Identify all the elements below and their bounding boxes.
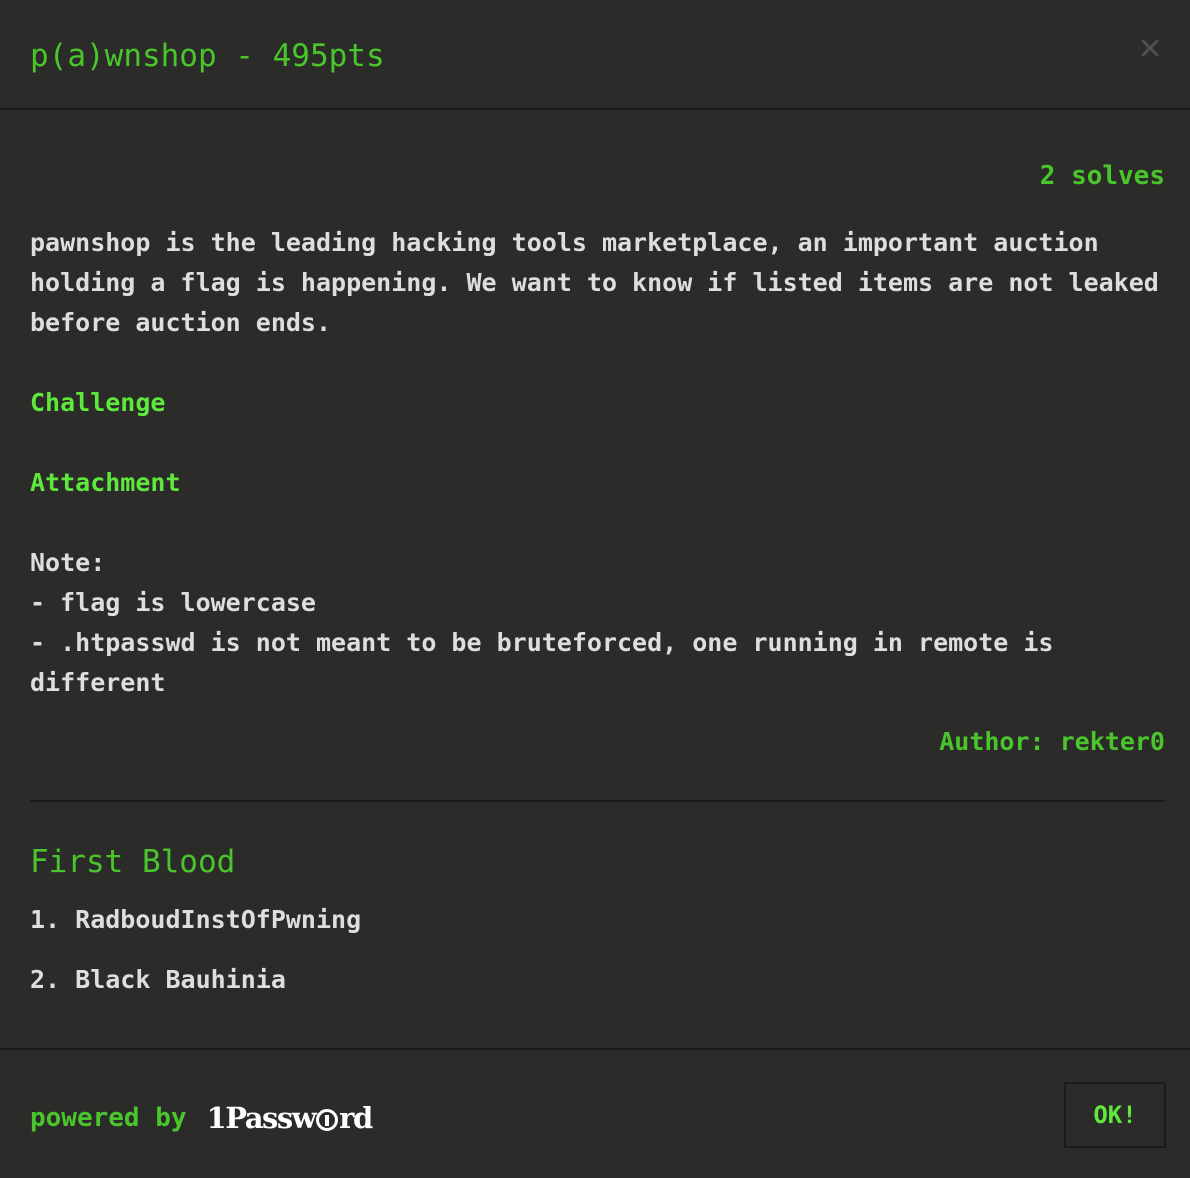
logo-text: rd: [339, 1101, 373, 1135]
modal-footer: powered by 1Passw rd OK!: [0, 1048, 1190, 1178]
close-button[interactable]: [1132, 30, 1168, 66]
first-blood-title: First Blood: [30, 844, 236, 880]
keyhole-icon: [316, 1109, 339, 1131]
first-blood-entry: 1. RadboudInstOfPwning: [30, 905, 362, 934]
note-heading: Note:: [30, 548, 106, 577]
ok-button[interactable]: OK!: [1064, 1082, 1166, 1148]
description-text: pawnshop is the leading hacking tools ma…: [30, 228, 1159, 337]
challenge-description: pawnshop is the leading hacking tools ma…: [30, 223, 1165, 703]
challenge-title: p(a)wnshop - 495pts: [30, 38, 385, 74]
note-line: - flag is lowercase: [30, 588, 316, 617]
note-line: - .htpasswd is not meant to be bruteforc…: [30, 628, 1054, 697]
powered-by: powered by 1Passw rd: [30, 1100, 374, 1136]
logo-text: 1Passw: [206, 1101, 317, 1135]
attachment-link[interactable]: Attachment: [30, 463, 181, 503]
first-blood-entry: 2. Black Bauhinia: [30, 965, 286, 994]
challenge-link[interactable]: Challenge: [30, 383, 165, 423]
modal-header: p(a)wnshop - 495pts: [0, 0, 1190, 110]
onepassword-logo[interactable]: 1Passw rd: [206, 1100, 374, 1136]
solves-count[interactable]: 2 solves: [1040, 160, 1165, 192]
first-blood-list: 1. RadboudInstOfPwning 2. Black Bauhinia: [30, 900, 361, 1020]
challenge-modal: p(a)wnshop - 495pts 2 solves pawnshop is…: [0, 0, 1190, 1178]
powered-by-label: powered by: [30, 1103, 187, 1133]
divider: [30, 800, 1165, 802]
close-icon: [1141, 39, 1159, 57]
author-label: Author: rekter0: [939, 727, 1165, 756]
